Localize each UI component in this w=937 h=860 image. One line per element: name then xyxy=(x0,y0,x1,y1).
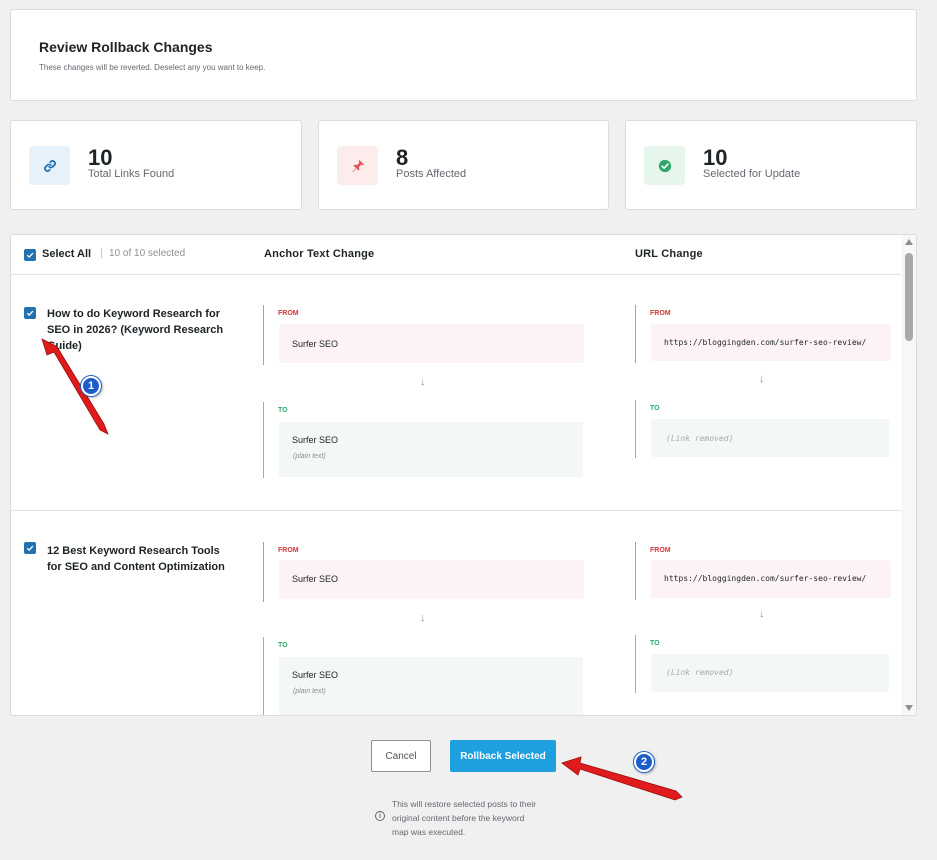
anchor-from-group: FROM Surfer SEO xyxy=(263,542,593,602)
url-from-group: FROM https://bloggingden.com/surfer-seo-… xyxy=(635,542,900,600)
stat-label: Posts Affected xyxy=(396,168,467,180)
stat-value: 10 xyxy=(703,145,728,170)
anchor-to-box: Surfer SEO (plain text) xyxy=(279,422,583,477)
link-icon xyxy=(29,146,70,185)
table-row: 12 Best Keyword Research Tools for SEO a… xyxy=(11,511,901,715)
anchor-to-text: Surfer SEO xyxy=(292,435,339,445)
annotation-badge-2: 2 xyxy=(634,752,654,772)
row-checkbox[interactable] xyxy=(24,307,36,319)
stat-card-selected: 10 Selected for Update xyxy=(625,120,917,210)
stat-value: 8 xyxy=(396,145,409,170)
scrollbar-thumb[interactable] xyxy=(905,253,913,341)
anchor-to-box: Surfer SEO (plain text) xyxy=(279,657,583,715)
table-header: Select All | 10 of 10 selected Anchor Te… xyxy=(11,235,901,275)
stat-label: Selected for Update xyxy=(703,168,801,180)
scroll-up-icon[interactable] xyxy=(905,239,913,245)
arrow-down-icon: ↓ xyxy=(759,608,765,620)
arrow-down-icon: ↓ xyxy=(759,373,765,385)
anchor-from-text: Surfer SEO xyxy=(292,574,339,584)
checkmark-icon xyxy=(26,545,34,551)
rollback-selected-button[interactable]: Rollback Selected xyxy=(450,740,556,772)
anchor-to-note: (plain text) xyxy=(293,688,326,695)
url-from-text: https://bloggingden.com/surfer-seo-revie… xyxy=(664,574,867,583)
url-to-text: (Link removed) xyxy=(666,668,734,677)
stat-value: 10 xyxy=(88,145,113,170)
arrow-down-icon: ↓ xyxy=(420,376,426,388)
url-to-group: TO (Link removed) xyxy=(635,635,900,693)
changes-table: Select All | 10 of 10 selected Anchor Te… xyxy=(10,234,917,716)
to-tag: TO xyxy=(278,642,288,649)
pin-icon xyxy=(337,146,378,185)
anchor-from-text: Surfer SEO xyxy=(292,339,339,349)
anchor-to-text: Surfer SEO xyxy=(292,670,339,680)
anchor-from-group: FROM Surfer SEO xyxy=(263,305,593,365)
from-tag: FROM xyxy=(650,310,671,317)
url-from-box: https://bloggingden.com/surfer-seo-revie… xyxy=(651,560,891,598)
checkmark-icon xyxy=(26,252,34,258)
header-panel: Review Rollback Changes These changes wi… xyxy=(10,9,917,101)
info-icon: i xyxy=(375,811,385,821)
checkmark-icon xyxy=(26,310,34,316)
table-row: How to do Keyword Research for SEO in 20… xyxy=(11,276,901,510)
url-to-box: (Link removed) xyxy=(651,419,889,457)
anchor-to-note: (plain text) xyxy=(293,453,326,460)
url-to-text: (Link removed) xyxy=(666,434,734,443)
scrollbar[interactable] xyxy=(902,235,916,715)
stat-card-posts-affected: 8 Posts Affected xyxy=(318,120,609,210)
stat-label: Total Links Found xyxy=(88,168,175,180)
selected-count: 10 of 10 selected xyxy=(109,248,186,259)
anchor-from-box: Surfer SEO xyxy=(279,560,584,599)
post-title[interactable]: How to do Keyword Research for SEO in 20… xyxy=(47,306,237,354)
check-circle-icon xyxy=(644,146,685,185)
column-header-url: URL Change xyxy=(635,248,703,260)
stat-card-total-links: 10 Total Links Found xyxy=(10,120,302,210)
page-title: Review Rollback Changes xyxy=(39,39,213,55)
from-tag: FROM xyxy=(278,547,299,554)
from-tag: FROM xyxy=(278,310,299,317)
annotation-badge-1: 1 xyxy=(81,376,101,396)
from-tag: FROM xyxy=(650,547,671,554)
post-title[interactable]: 12 Best Keyword Research Tools for SEO a… xyxy=(47,543,237,575)
info-text: This will restore selected posts to thei… xyxy=(392,799,537,837)
arrow-down-icon: ↓ xyxy=(420,612,426,624)
url-from-group: FROM https://bloggingden.com/surfer-seo-… xyxy=(635,305,900,363)
to-tag: TO xyxy=(278,407,288,414)
cancel-button[interactable]: Cancel xyxy=(371,740,431,772)
url-from-box: https://bloggingden.com/surfer-seo-revie… xyxy=(651,324,891,361)
url-from-text: https://bloggingden.com/surfer-seo-revie… xyxy=(664,338,867,347)
column-header-anchor: Anchor Text Change xyxy=(264,248,375,260)
header-separator: | xyxy=(100,247,103,259)
to-tag: TO xyxy=(650,640,660,647)
anchor-to-group: TO Surfer SEO (plain text) xyxy=(263,637,593,715)
to-tag: TO xyxy=(650,405,660,412)
row-checkbox[interactable] xyxy=(24,542,36,554)
url-to-group: TO (Link removed) xyxy=(635,400,900,458)
select-all-checkbox[interactable] xyxy=(24,249,36,261)
select-all-label[interactable]: Select All xyxy=(42,248,91,260)
page-subtitle: These changes will be reverted. Deselect… xyxy=(39,63,266,72)
url-to-box: (Link removed) xyxy=(651,654,889,692)
annotation-arrow-2 xyxy=(561,756,683,801)
anchor-to-group: TO Surfer SEO (plain text) xyxy=(263,402,593,478)
scroll-down-icon[interactable] xyxy=(905,705,913,711)
anchor-from-box: Surfer SEO xyxy=(279,324,584,363)
